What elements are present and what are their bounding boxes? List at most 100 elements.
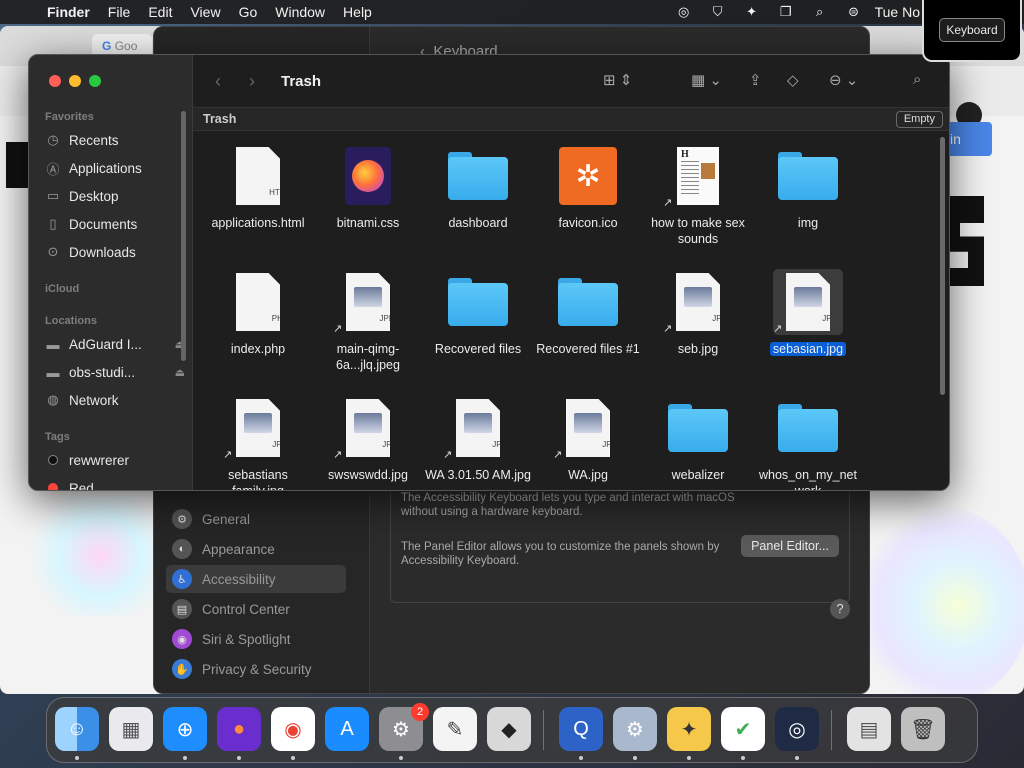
file-item[interactable]: webalizer — [643, 395, 753, 483]
launchpad-icon[interactable]: ▦ — [109, 707, 153, 751]
quicktime-icon[interactable]: Q — [559, 707, 603, 751]
textedit-icon[interactable]: ✎ — [433, 707, 477, 751]
forward-chevron-icon[interactable]: › — [235, 71, 269, 92]
sidebar-item-downloads[interactable]: ⊙ Downloads — [45, 240, 185, 264]
settings-item-general[interactable]: ⚙ General — [166, 505, 346, 533]
file-icon-wrap — [773, 143, 843, 209]
close-button[interactable] — [49, 75, 61, 87]
applications-icon: Ⓐ — [46, 161, 60, 177]
cyberduck-icon[interactable]: ✦ — [667, 707, 711, 751]
clock-icon: ◷ — [47, 132, 59, 147]
sidebar-tag-red[interactable]: Red — [45, 476, 185, 490]
file-item[interactable]: JPG ↗ swswswdd.jpg — [313, 395, 423, 483]
file-name: Recovered files #1 — [536, 342, 640, 356]
settings-item-privacy[interactable]: ✋ Privacy & Security — [166, 655, 346, 683]
more-actions-icon[interactable]: ⊖ ⌄ — [829, 71, 858, 89]
settings-item-label: Privacy & Security — [202, 661, 312, 677]
settings-item-appearance[interactable]: ◐ Appearance — [166, 535, 346, 563]
shield-icon[interactable]: ⛉ — [701, 0, 735, 24]
sidebar-item-obs[interactable]: ▬ obs-studi... ⏏ — [45, 360, 186, 384]
file-item[interactable]: JPG ↗ WA.jpg — [533, 395, 643, 483]
file-item[interactable]: JPEG ↗ main-qimg-6a...jlq.jpeg — [313, 269, 423, 373]
safari-icon[interactable]: ⊕ — [163, 707, 207, 751]
panel-description-2: The Panel Editor allows you to customize… — [401, 541, 720, 567]
alias-arrow-icon: ↗ — [773, 323, 783, 335]
file-name: index.php — [230, 342, 286, 356]
file-item[interactable]: bitnami.css — [313, 143, 423, 231]
obs-status-icon[interactable]: ◎ — [667, 0, 701, 24]
trash-icon[interactable]: 🗑 — [901, 707, 945, 751]
menu-file[interactable]: File — [99, 4, 140, 20]
alias-arrow-icon: ↗ — [553, 449, 563, 461]
file-item[interactable]: PHP index.php — [203, 269, 313, 357]
file-item[interactable]: JPG ↗ WA 3.01.50 AM.jpg — [423, 395, 533, 483]
settings-item-label: General — [202, 511, 251, 527]
favorites-header: Favorites — [45, 111, 94, 123]
file-item[interactable]: JPG ↗ sebastians familv.jpg — [203, 395, 313, 490]
settings-item-control-center[interactable]: ▤ Control Center — [166, 595, 346, 623]
menu-edit[interactable]: Edit — [139, 4, 181, 20]
roblox-icon[interactable]: ◆ — [487, 707, 531, 751]
menu-app-name[interactable]: Finder — [38, 4, 99, 20]
sidebar-item-recents[interactable]: ◷ Recents — [45, 128, 185, 152]
file-item[interactable]: JPG ↗ sebasian.jpg — [753, 269, 863, 357]
file-item[interactable]: whos_on_my_net work — [753, 395, 863, 490]
menu-clock[interactable]: Tue No — [871, 4, 928, 20]
obs-icon[interactable]: ◎ — [775, 707, 819, 751]
documents-stack-icon[interactable]: ▤ — [847, 707, 891, 751]
minimize-button[interactable] — [69, 75, 81, 87]
finder-icon[interactable]: ☺ — [55, 707, 99, 751]
appearance-icon: ◐ — [172, 539, 192, 559]
system-settings-icon[interactable]: ⚙ 2 — [379, 703, 429, 751]
panel-editor-button[interactable]: Panel Editor... — [741, 535, 839, 557]
zoom-button[interactable] — [89, 75, 101, 87]
finder-window: Favorites ◷ Recents Ⓐ Applications ▭ Deskto… — [28, 54, 950, 491]
share-icon[interactable]: ⇪ — [749, 71, 762, 89]
chrome-icon[interactable]: ◉ — [271, 707, 315, 751]
alias-arrow-icon: ↗ — [333, 323, 343, 335]
window-icon[interactable]: ❐ — [769, 0, 803, 24]
file-item[interactable]: H ↗ how to make sex sounds — [643, 143, 753, 247]
control-center-icon[interactable]: ⊜ — [837, 0, 871, 24]
file-item[interactable]: HTML applications.html — [203, 143, 313, 231]
file-item[interactable]: Recovered files #1 — [533, 269, 643, 357]
sidebar-item-label: Desktop — [69, 188, 119, 204]
app-store-icon[interactable]: A — [325, 707, 369, 751]
tags-header: Tags — [45, 431, 70, 443]
image-file-icon: JPG — [346, 399, 390, 457]
empty-trash-button[interactable]: Empty — [895, 111, 943, 128]
sidebar-item-desktop[interactable]: ▭ Desktop — [45, 184, 185, 208]
adguard-icon[interactable]: ✔ — [721, 707, 765, 751]
search-icon[interactable]: ⌕ — [913, 71, 921, 88]
sidebar-scrollbar[interactable] — [181, 111, 186, 361]
grid-view-icon[interactable]: ⊞ ⇕ — [603, 71, 632, 89]
cyberduck-icon[interactable]: ✦ — [735, 0, 769, 24]
gear-app-icon[interactable]: ⚙ — [613, 707, 657, 751]
sidebar-item-applications[interactable]: Ⓐ Applications — [45, 156, 185, 180]
group-icon[interactable]: ▦ ⌄ — [691, 71, 722, 89]
menu-go[interactable]: Go — [230, 4, 267, 20]
help-button[interactable]: ? — [830, 599, 850, 619]
sidebar-tag-rewwrerer[interactable]: rewwrerer — [45, 448, 185, 472]
sidebar-item-adguard[interactable]: ▬ AdGuard I... ⏏ — [45, 332, 186, 356]
search-icon[interactable]: ⌕ — [803, 0, 837, 24]
tag-icon[interactable]: ◇ — [787, 71, 799, 89]
settings-item-siri[interactable]: ◉ Siri & Spotlight — [166, 625, 346, 653]
file-item[interactable]: img — [753, 143, 863, 231]
back-chevron-icon[interactable]: ‹ — [201, 71, 235, 92]
menu-window[interactable]: Window — [266, 4, 334, 20]
running-indicator — [687, 756, 691, 760]
sidebar-item-network[interactable]: ◍ Network — [45, 388, 185, 412]
menu-view[interactable]: View — [181, 4, 229, 20]
file-item[interactable]: ✲ favicon.ico — [533, 143, 643, 231]
menu-help[interactable]: Help — [334, 4, 381, 20]
settings-item-accessibility[interactable]: ♿ Accessibility — [166, 565, 346, 593]
file-item[interactable]: JPG ↗ seb.jpg — [643, 269, 753, 357]
file-item[interactable]: dashboard — [423, 143, 533, 231]
eject-icon[interactable]: ⏏ — [175, 366, 185, 379]
file-item[interactable]: Recovered files — [423, 269, 533, 357]
alias-arrow-icon: ↗ — [663, 323, 673, 335]
content-scrollbar[interactable] — [940, 137, 945, 395]
sidebar-item-documents[interactable]: ▯ Documents — [45, 212, 185, 236]
firefox-icon[interactable]: ● — [217, 707, 261, 751]
